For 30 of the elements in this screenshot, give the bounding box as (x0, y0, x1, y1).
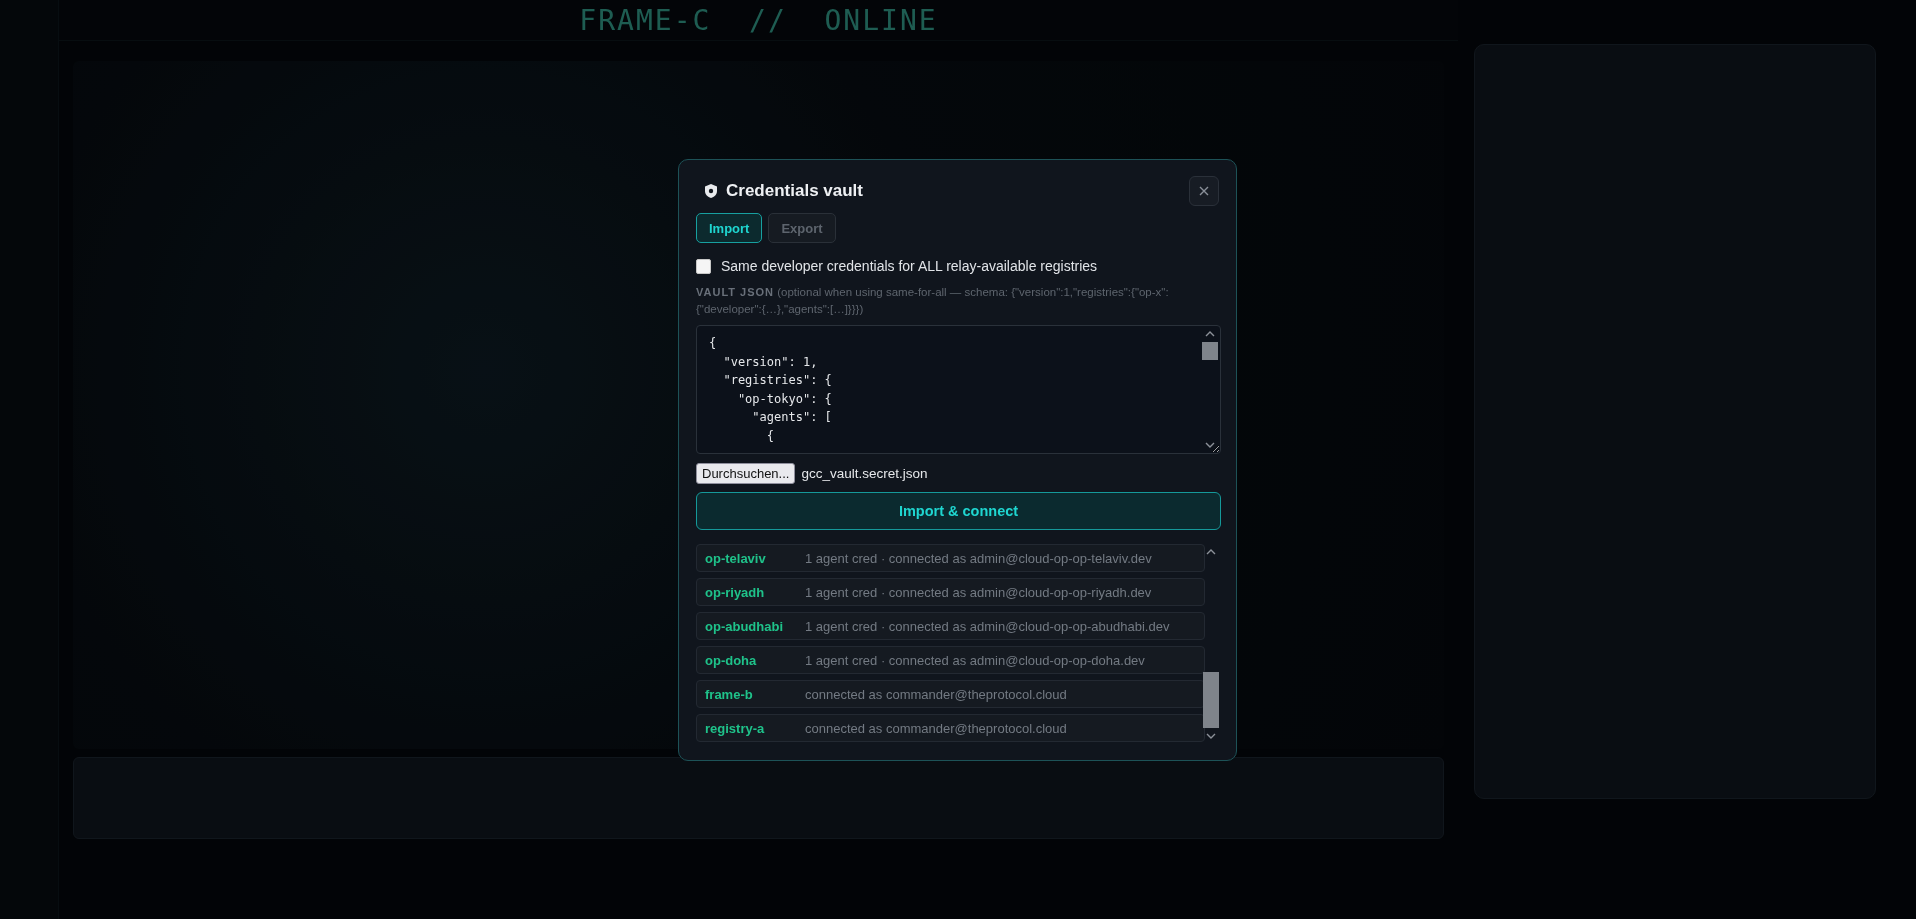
tab[interactable]: Import (696, 213, 763, 243)
chevron-up-icon[interactable] (1205, 331, 1215, 337)
browse-button[interactable]: Durchsuchen... (696, 463, 796, 484)
scrollbar-thumb[interactable] (1202, 672, 1219, 728)
import-connect-button[interactable]: Import & connect (696, 492, 1221, 530)
connection-status: 1 agent cred · connected as admin@cloud-op-op-telaviv.dev (805, 550, 1152, 566)
scrollbar-thumb[interactable] (1202, 342, 1218, 360)
connection-status: 1 agent cred · connected as admin@cloud-op-op-abudhabi.dev (805, 618, 1170, 634)
chevron-up-icon[interactable] (1205, 549, 1216, 555)
app-title: FRAME-C // ONLINE (579, 3, 938, 37)
close-icon (1198, 185, 1210, 197)
connection-status: 1 agent cred · connected as admin@cloud-op-op-doha.dev (805, 652, 1145, 668)
registry-name: frame-b (705, 686, 754, 702)
json-textarea[interactable]: { "version": 1, "registries": { "op-tokyo": { "agents": [ { (696, 325, 1221, 454)
shield-icon (703, 183, 719, 199)
registry-name: op-doha (705, 652, 758, 668)
checkbox[interactable] (696, 258, 711, 274)
chevron-down-icon[interactable] (1205, 442, 1215, 448)
connection-status: connected as commander@theprotocol.cloud (805, 686, 1067, 702)
connection-status: 1 agent cred · connected as admin@cloud-op-op-riyadh.dev (805, 584, 1152, 600)
dialog-title: Credentials vault (726, 181, 864, 201)
field-label: VAULT JSON (optional when using same-for-all — schema: {"version":1,"registries":{"op-x":{"developer":{…},"agents":[…]}}}) (696, 285, 1170, 317)
chevron-down-icon[interactable] (1205, 733, 1216, 739)
checkbox-label: Same developer credentials for ALL relay-available registries (721, 258, 1098, 274)
registry-name: op-telaviv (705, 550, 767, 566)
file-name: gcc_vault.secret.json (801, 466, 928, 481)
registry-name: op-riyadh (705, 584, 766, 600)
registry-name: op-abudhabi (705, 618, 784, 634)
connection-status: connected as commander@theprotocol.cloud (805, 720, 1067, 736)
registry-name: registry-a (705, 720, 766, 736)
